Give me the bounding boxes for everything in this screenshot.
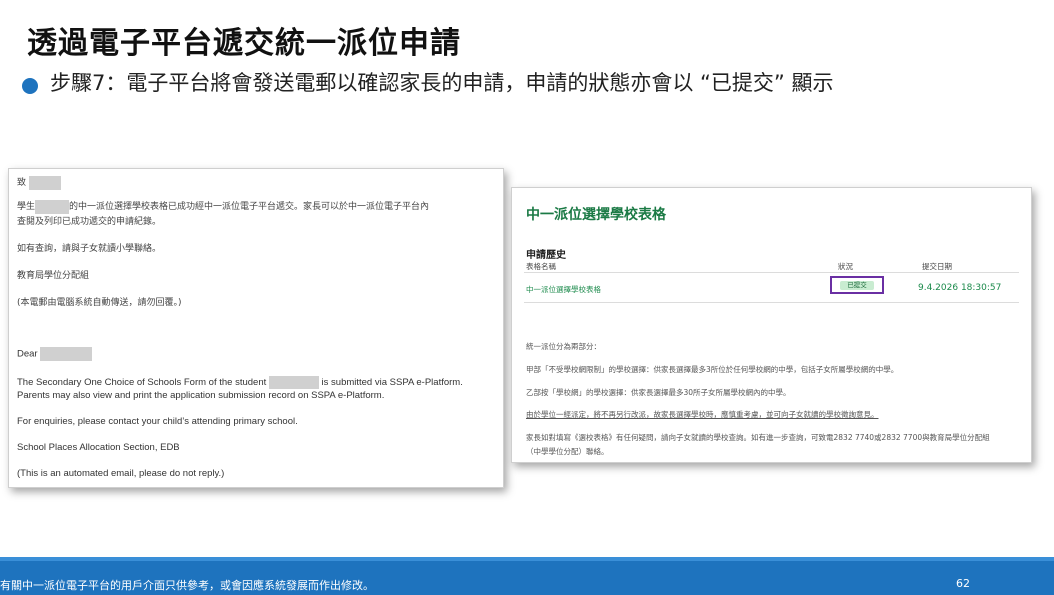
step-description: 步驟7：電子平台將會發送電郵以確認家長的申請，申請的狀態亦會以 “已提交” 顯示 (50, 71, 834, 95)
note-line: 甲部「不受學校網限制」的學校選擇：供家長選擇最多3所位於任何學校網的中學，包括子… (526, 365, 899, 374)
confirmation-email-panel: 致 學生 的中一派位選擇學校表格已成功經中一派位電子平台遞交。家長可以於中一派位電… (8, 168, 504, 488)
email-greeting-en: Dear (17, 347, 93, 361)
redacted-name (40, 347, 93, 361)
redacted-name (268, 376, 319, 389)
email-auto-note-en: (This is an automated email, please do n… (17, 468, 225, 479)
column-header-status: 狀況 (838, 262, 853, 271)
status-highlight-box: 已提交 (830, 276, 884, 294)
bullet-dot-icon (22, 78, 38, 94)
email-signoff-zh: 教育局學位分配組 (17, 271, 90, 281)
redacted-name (28, 175, 61, 190)
slide-title: 透過電子平台遞交統一派位申請 (27, 26, 461, 61)
email-enquiry-en: For enquiries, please contact your child… (17, 416, 298, 427)
column-header-submit-date: 提交日期 (922, 262, 952, 271)
note-line: 乙部按「學校網」的學校選擇：供家長選擇最多30所子女所屬學校網內的中學。 (526, 388, 791, 397)
note-line: 家長如對填寫《選校表格》有任何疑問，請向子女就讀的學校查詢。如有進一步查詢，可致… (526, 433, 990, 442)
application-form-panel: 中一派位選擇學校表格 申請歷史 表格名稱 狀況 提交日期 中一派位選擇學校表格 … (511, 187, 1032, 463)
email-signoff-en: School Places Allocation Section, EDB (17, 442, 180, 453)
note-line: 統一派位分為兩部分： (526, 342, 601, 351)
page-number: 62 (956, 577, 970, 590)
email-line1: 學生 的中一派位選擇學校表格已成功經中一派位電子平台遞交。家長可以於中一派位電子平… (17, 199, 429, 214)
submit-date: 9.4.2026 18:30:57 (918, 283, 1002, 293)
table-divider (524, 272, 1019, 273)
form-title: 中一派位選擇學校表格 (526, 207, 666, 223)
table-divider (524, 302, 1019, 303)
email-body-en-2: Parents may also view and print the appl… (17, 390, 385, 401)
footer-disclaimer: 有關中一派位電子平台的用戶介面只供參考，或會因應系統發展而作出修改。 (0, 579, 374, 592)
history-section-heading: 申請歷史 (526, 250, 566, 261)
email-greeting-zh: 致 (17, 175, 61, 190)
email-body-en-1: The Secondary One Choice of Schools Form… (17, 376, 463, 389)
note-line: 由於學位一經派定，將不再另行改派，故家長選擇學校時，應慎重考慮，並可向子女就讀的… (526, 410, 879, 419)
email-enquiry-zh: 如有查詢，請與子女就讀小學聯絡。 (17, 244, 162, 254)
form-name-link[interactable]: 中一派位選擇學校表格 (526, 284, 601, 295)
status-badge: 已提交 (840, 281, 874, 290)
redacted-name (35, 199, 70, 214)
note-line: （中學學位分配）聯絡。 (526, 447, 609, 456)
email-line1-cont: 查閱及列印已成功遞交的申請紀錄。 (17, 217, 162, 227)
column-header-form-name: 表格名稱 (526, 262, 556, 271)
email-auto-note-zh: (本電郵由電腦系統自動傳送，請勿回覆。) (17, 298, 182, 308)
